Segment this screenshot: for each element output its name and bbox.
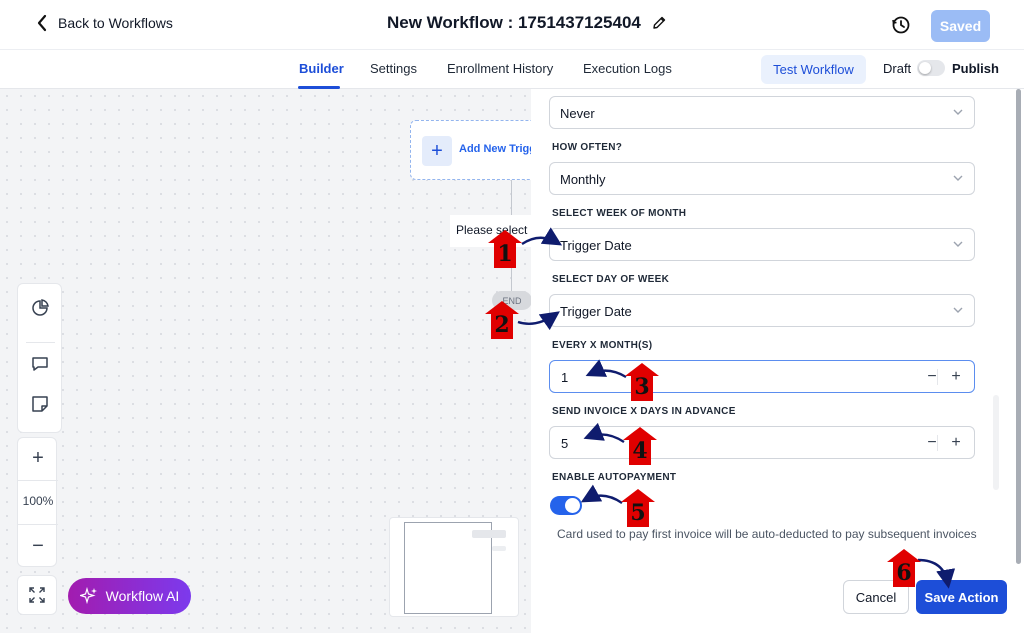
comment-icon[interactable] <box>30 354 50 374</box>
autopayment-toggle[interactable] <box>550 496 582 515</box>
canvas-toolbar <box>17 283 62 433</box>
annotation-badge-6: 6 <box>886 548 922 588</box>
publish-toggle[interactable] <box>917 60 945 76</box>
stepper-divider <box>937 435 938 451</box>
autopayment-label: ENABLE AUTOPAYMENT <box>552 472 677 483</box>
decrement-button[interactable]: − <box>922 367 942 387</box>
workflow-ai-label: Workflow AI <box>105 588 180 604</box>
week-of-month-label: SELECT WEEK OF MONTH <box>552 208 687 219</box>
zoom-controls: + 100% − <box>17 437 58 567</box>
days-in-advance-label: SEND INVOICE X DAYS IN ADVANCE <box>552 406 736 417</box>
day-of-week-select[interactable]: Trigger Date <box>549 294 975 327</box>
week-of-month-select[interactable]: Trigger Date <box>549 228 975 261</box>
pencil-icon[interactable] <box>651 15 667 31</box>
annotation-badge-1: 1 <box>487 229 523 269</box>
chevron-down-icon <box>953 109 963 115</box>
annotation-badge-5: 5 <box>620 488 656 528</box>
workflow-ai-button[interactable]: Workflow AI <box>68 578 191 614</box>
pie-chart-icon[interactable] <box>30 298 50 318</box>
how-often-select[interactable]: Monthly <box>549 162 975 195</box>
workflow-title: New Workflow : 1751437125404 <box>387 13 667 33</box>
zoom-divider <box>18 524 58 525</box>
tab-execution-logs[interactable]: Execution Logs <box>583 61 672 76</box>
minimap-node <box>492 546 506 551</box>
minimap-node <box>472 530 506 538</box>
plus-icon: + <box>422 136 452 166</box>
back-to-workflows-link[interactable]: Back to Workflows <box>36 14 173 32</box>
chevron-down-icon <box>953 175 963 181</box>
sparkle-icon <box>79 587 97 605</box>
expand-icon <box>29 587 45 603</box>
every-x-months-label: EVERY X MONTH(S) <box>552 340 653 351</box>
chevron-down-icon <box>953 307 963 313</box>
every-x-months-input[interactable]: 1 − + <box>549 360 975 393</box>
draft-label: Draft <box>883 61 912 76</box>
how-often-value: Monthly <box>560 172 606 187</box>
annotation-number: 3 <box>634 374 650 400</box>
zoom-out-icon[interactable]: − <box>18 535 58 558</box>
frequency-end-select[interactable]: Never <box>549 96 975 129</box>
stepper-divider <box>937 369 938 385</box>
chevron-down-icon <box>953 241 963 247</box>
autopayment-help-text: Card used to pay first invoice will be a… <box>557 527 977 541</box>
history-icon[interactable] <box>890 14 912 36</box>
annotation-number: 4 <box>632 438 648 464</box>
annotation-number: 1 <box>497 241 513 267</box>
day-of-week-label: SELECT DAY OF WEEK <box>552 274 670 285</box>
save-action-button[interactable]: Save Action <box>916 580 1007 614</box>
tab-settings[interactable]: Settings <box>370 61 417 76</box>
annotation-number: 2 <box>494 312 510 338</box>
connector-line <box>511 180 512 215</box>
day-of-week-value: Trigger Date <box>560 304 632 319</box>
decrement-button[interactable]: − <box>922 433 942 453</box>
increment-button[interactable]: + <box>946 433 966 453</box>
publish-label: Publish <box>952 61 999 76</box>
workflow-title-text: New Workflow : 1751437125404 <box>387 13 641 32</box>
every-x-months-value: 1 <box>561 370 569 385</box>
how-often-label: HOW OFTEN? <box>552 142 623 153</box>
annotation-badge-2: 2 <box>484 300 520 340</box>
tab-bar: Builder Settings Enrollment History Exec… <box>0 50 1024 89</box>
chevron-left-icon <box>37 14 47 32</box>
annotation-badge-3: 3 <box>624 362 660 402</box>
top-header: Back to Workflows New Workflow : 1751437… <box>0 0 1024 50</box>
sticky-note-icon[interactable] <box>30 394 50 414</box>
week-of-month-value: Trigger Date <box>560 238 632 253</box>
test-workflow-button[interactable]: Test Workflow <box>761 55 866 84</box>
inner-scrollbar[interactable] <box>993 395 999 490</box>
frequency-end-value: Never <box>560 106 595 121</box>
tab-enrollment-history[interactable]: Enrollment History <box>447 61 553 76</box>
zoom-level: 100% <box>22 494 54 508</box>
zoom-divider <box>18 480 58 481</box>
minimap[interactable] <box>389 517 519 617</box>
zoom-in-icon[interactable]: + <box>18 447 58 470</box>
days-in-advance-input[interactable]: 5 − + <box>549 426 975 459</box>
toolbar-divider <box>26 342 55 343</box>
workflow-canvas[interactable]: + Add New Trigger Please select END + 10… <box>0 89 550 633</box>
panel-scrollbar-thumb[interactable] <box>1016 89 1021 564</box>
tab-builder[interactable]: Builder <box>299 61 344 76</box>
back-label: Back to Workflows <box>58 15 173 31</box>
annotation-number: 5 <box>630 500 646 526</box>
saved-button[interactable]: Saved <box>931 10 990 42</box>
add-trigger-card[interactable]: + Add New Trigger <box>410 120 550 180</box>
fit-view-button[interactable] <box>17 575 57 615</box>
annotation-number: 6 <box>896 560 912 586</box>
days-in-advance-value: 5 <box>561 436 569 451</box>
annotation-badge-4: 4 <box>622 426 658 466</box>
increment-button[interactable]: + <box>946 367 966 387</box>
